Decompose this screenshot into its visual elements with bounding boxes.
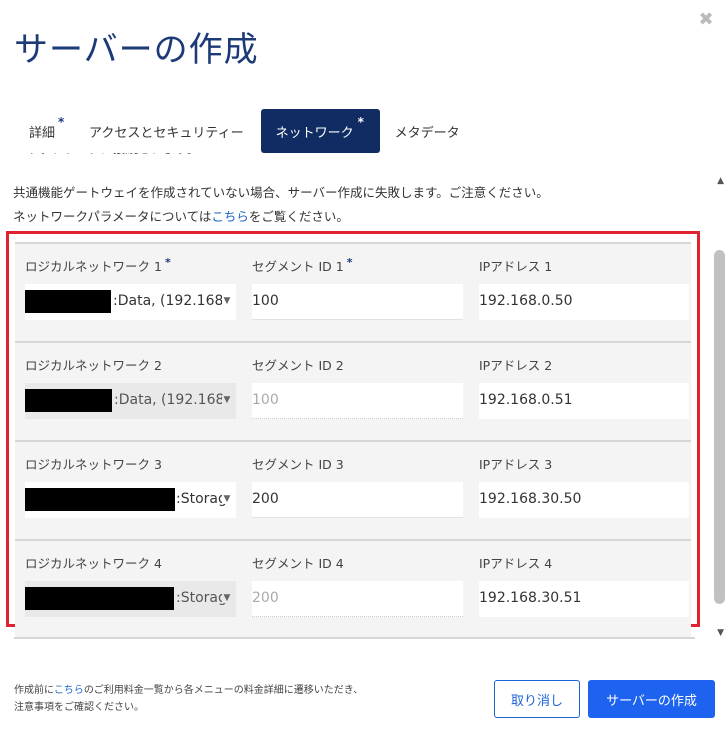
segment-id-label: セグメント ID 2 (252, 358, 344, 373)
dropdown-arrow-icon: ▼ (222, 494, 232, 504)
select-value: :Data, (192.168 (114, 392, 225, 408)
network-row-2: ロジカルネットワーク 2 セグメント ID 2 IPアドレス 2 :Data, … (15, 341, 691, 440)
footer-note-line2: 注意事項をご確認ください。 (14, 702, 144, 713)
select-value: :Storag (176, 590, 227, 606)
note-text: をご覧ください。 (248, 209, 349, 224)
segment-id-input[interactable]: 100 (252, 383, 463, 419)
note-line-cut: ルネットワークに接続されます。 (13, 153, 199, 161)
logical-network-label: ロジカルネットワーク 2 (25, 358, 162, 373)
ip-address-input[interactable]: 192.168.30.50 (479, 482, 689, 518)
segment-id-label: セグメント ID 3 (252, 457, 344, 472)
redaction-mask (25, 290, 111, 313)
dropdown-arrow-icon: ▼ (222, 593, 232, 603)
network-settings-highlight: ロジカルネットワーク 1 * セグメント ID 1 * IPアドレス 1 :Data… (6, 231, 700, 638)
ip-address-input[interactable]: 192.168.30.51 (479, 581, 689, 617)
network-list: ロジカルネットワーク 1 * セグメント ID 1 * IPアドレス 1 :Data… (15, 242, 691, 638)
logical-network-select[interactable]: :Storag ▼ (25, 482, 236, 518)
tab-label: メタデータ (394, 125, 460, 141)
dropdown-arrow-icon: ▼ (222, 395, 232, 405)
create-server-button[interactable]: サーバーの作成 (588, 680, 715, 718)
ip-address-label: IPアドレス 3 (479, 457, 553, 472)
params-link[interactable]: こちら (211, 209, 249, 224)
network-tab-content: ルネットワークに接続されます。 共通機能ゲートウェイを作成されていない場合、サー… (0, 153, 711, 650)
logical-network-select[interactable]: :Data, (192.168 ▼ (25, 383, 236, 419)
logical-network-select[interactable]: :Storag ▼ (25, 581, 236, 617)
tab-details[interactable]: 詳細 * (14, 109, 70, 153)
segment-id-input[interactable]: 100 (252, 284, 463, 320)
segment-id-label: セグメント ID 4 (252, 556, 344, 571)
tab-label: 詳細 (29, 125, 56, 141)
tab-label: アクセスとセキュリティー (89, 125, 244, 141)
pricing-link[interactable]: こちら (54, 685, 84, 696)
ip-address-label: IPアドレス 4 (479, 556, 553, 571)
redaction-mask (25, 488, 175, 511)
redaction-mask (25, 587, 174, 610)
required-marker: * (58, 115, 65, 129)
note-line-gateway: 共通機能ゲートウェイを作成されていない場合、サーバー作成に失敗します。ご注意くだ… (13, 185, 549, 200)
dialog-title: サーバーの作成 (14, 30, 259, 70)
segment-id-label: セグメント ID 1 * (252, 256, 353, 274)
tab-bar: 詳細 * アクセスとセキュリティー ネットワーク * メタデータ (14, 109, 475, 153)
logical-network-label: ロジカルネットワーク 4 (25, 556, 162, 571)
section-divider (14, 637, 695, 639)
scrollbar-thumb[interactable] (714, 250, 725, 604)
logical-network-select[interactable]: :Data, (192.168 ▼ (25, 284, 236, 320)
tab-label: ネットワーク (275, 125, 354, 141)
tab-access-security[interactable]: アクセスとセキュリティー (74, 109, 259, 153)
network-notes: ルネットワークに接続されます。 共通機能ゲートウェイを作成されていない場合、サー… (13, 153, 549, 229)
scroll-down-arrow-icon[interactable]: ▼ (717, 628, 724, 638)
close-icon[interactable]: ✖ (698, 11, 714, 29)
required-marker: * (357, 115, 364, 129)
cancel-button[interactable]: 取り消し (494, 680, 580, 718)
network-row-1: ロジカルネットワーク 1 * セグメント ID 1 * IPアドレス 1 :Data… (15, 242, 691, 341)
ip-address-label: IPアドレス 2 (479, 358, 553, 373)
network-row-4: ロジカルネットワーク 4 セグメント ID 4 IPアドレス 4 :Storag… (15, 539, 691, 638)
ip-address-label: IPアドレス 1 (479, 259, 553, 274)
note-line-params: ネットワークパラメータについてはこちらをご覧ください。 (13, 205, 549, 229)
redaction-mask (25, 389, 112, 412)
network-row-3: ロジカルネットワーク 3 セグメント ID 3 IPアドレス 3 :Storag… (15, 440, 691, 539)
select-value: :Storag (176, 491, 227, 507)
segment-id-input[interactable]: 200 (252, 581, 463, 617)
footer-note-text: 作成前に (14, 685, 54, 696)
footer-note: 作成前にこちらのご利用料金一覧から各メニューの料金詳細に遷移いただき、 注意事項… (14, 682, 363, 716)
ip-address-input[interactable]: 192.168.0.50 (479, 284, 689, 320)
ip-address-input[interactable]: 192.168.0.51 (479, 383, 689, 419)
footer-note-text: のご利用料金一覧から各メニューの料金詳細に遷移いただき、 (83, 685, 364, 696)
tab-network[interactable]: ネットワーク * (260, 109, 380, 153)
logical-network-label: ロジカルネットワーク 3 (25, 457, 162, 472)
dropdown-arrow-icon: ▼ (222, 296, 232, 306)
select-value: :Data, (192.168 (113, 293, 224, 309)
segment-id-input[interactable]: 200 (252, 482, 463, 518)
scroll-up-arrow-icon[interactable]: ▲ (717, 176, 724, 186)
logical-network-label: ロジカルネットワーク 1 * (25, 256, 171, 274)
tab-metadata[interactable]: メタデータ (380, 109, 475, 153)
note-text: ネットワークパラメータについては (13, 209, 212, 224)
